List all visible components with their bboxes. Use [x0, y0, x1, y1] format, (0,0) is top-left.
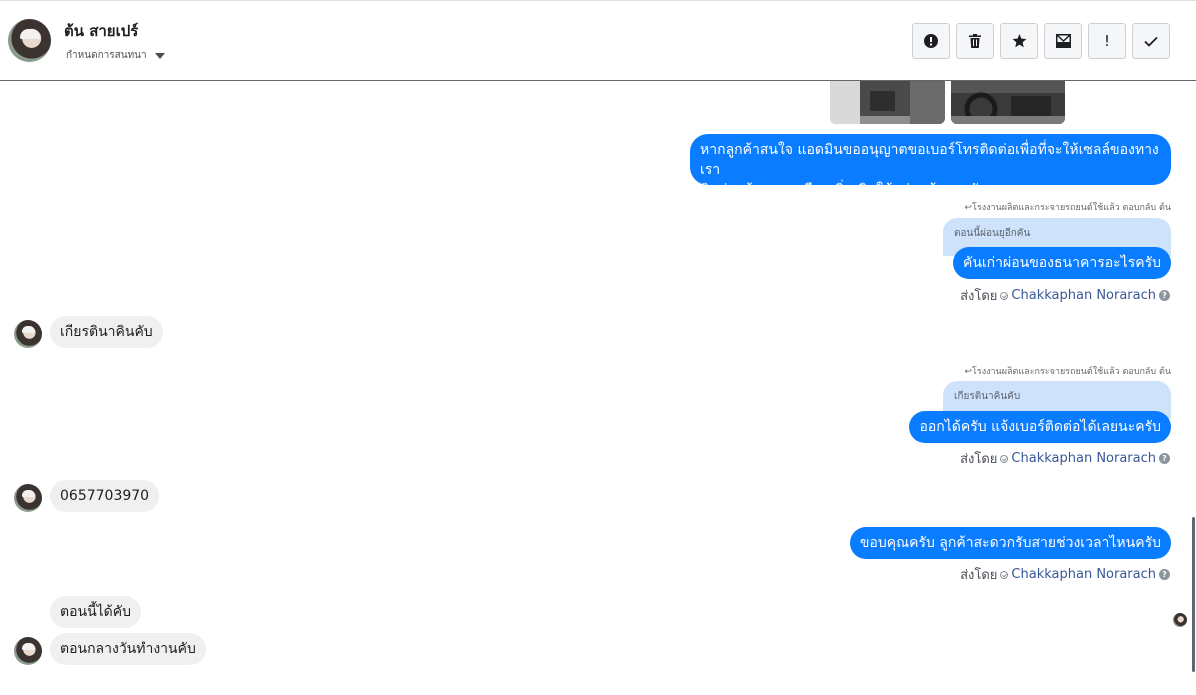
contact-name[interactable]: ต้น สายเปร์ [64, 19, 138, 43]
star-icon [1012, 34, 1026, 48]
message-text: ออกได้ครับ แจ้งเบอร์ติดต่อได้เลยนะครับ [919, 419, 1161, 435]
sent-by-row: ส่งโดย Chakkaphan Norarach ? [960, 448, 1170, 469]
message-text-line: ติดต่อแจ้งรายละเอียดเพิ่มเติมให้แก่ลูกค้… [700, 182, 987, 198]
reply-arrow-icon: ↩ [964, 367, 973, 377]
help-icon[interactable]: ? [1159, 290, 1170, 301]
outgoing-message[interactable]: ขอบคุณครับ ลูกค้าสะดวกรับสายช่วงเวลาไหนค… [849, 527, 1171, 559]
outgoing-message[interactable]: คันเก่าผ่อนของธนาคารอะไรครับ [952, 247, 1171, 279]
chat-scrollbar[interactable] [1192, 517, 1195, 672]
verified-icon [1000, 291, 1009, 300]
reply-context-label: ↩โรงงานผลิตและกระจายรถยนต์ใช้แล้ว ตอบกลั… [964, 203, 1172, 213]
sent-by-label: ส่งโดย [960, 289, 998, 304]
reply-arrow-icon: ↩ [964, 203, 973, 213]
contact-avatar[interactable] [8, 19, 51, 62]
incoming-message[interactable]: ตอนกลางวันทำงานคับ [50, 633, 206, 665]
contact-avatar-small[interactable] [14, 484, 42, 512]
check-icon [1144, 36, 1158, 47]
car-interior-image [830, 81, 945, 124]
agent-name-link[interactable]: Chakkaphan Norarach [1011, 567, 1156, 582]
quoted-text: ตอนนี้ผ่อนยุอีกคัน [954, 228, 1031, 239]
agent-name-link[interactable]: Chakkaphan Norarach [1011, 451, 1156, 466]
mark-unread-button[interactable] [1044, 23, 1082, 59]
important-button[interactable]: ! [1088, 23, 1126, 59]
alert-circle-icon [924, 34, 938, 48]
message-text: คันเก่าผ่อนของธนาคารอะไรครับ [962, 255, 1161, 271]
contact-avatar-small[interactable] [14, 320, 42, 348]
conversation-assign-dropdown[interactable]: กำหนดการสนทนา [66, 48, 165, 63]
outgoing-message[interactable]: ออกได้ครับ แจ้งเบอร์ติดต่อได้เลยนะครับ [909, 411, 1171, 443]
sent-by-row: ส่งโดย Chakkaphan Norarach ? [960, 564, 1170, 585]
conversation-toolbar: ! [912, 23, 1170, 59]
sent-by-label: ส่งโดย [960, 568, 998, 583]
contact-avatar-small[interactable] [14, 637, 42, 665]
message-text: ขอบคุณครับ ลูกค้าสะดวกรับสายช่วงเวลาไหนค… [859, 535, 1161, 551]
sent-by-label: ส่งโดย [960, 452, 998, 467]
incoming-message[interactable]: 0657703970 [50, 480, 160, 512]
message-text: ตอนนี้ได้คับ [60, 604, 132, 620]
message-text: 0657703970 [60, 488, 150, 504]
incoming-message[interactable]: เกียรตินาคินคับ [50, 316, 163, 348]
verified-icon [1000, 570, 1009, 579]
photo-attachment[interactable] [951, 81, 1065, 124]
help-icon[interactable]: ? [1159, 569, 1170, 580]
help-icon[interactable]: ? [1159, 453, 1170, 464]
message-text: ตอนกลางวันทำงานคับ [60, 641, 196, 657]
car-dashboard-image [951, 81, 1065, 124]
mark-done-button[interactable] [1132, 23, 1170, 59]
message-text: เกียรตินาคินคับ [60, 324, 153, 340]
incoming-message[interactable]: ตอนนี้ได้คับ [50, 596, 142, 628]
sent-by-row: ส่งโดย Chakkaphan Norarach ? [960, 285, 1170, 306]
assign-label: กำหนดการสนทนา [66, 50, 147, 61]
quoted-text: เกียรตินาคินคับ [954, 391, 1021, 402]
agent-name-link[interactable]: Chakkaphan Norarach [1011, 288, 1156, 303]
photo-attachment[interactable] [830, 81, 945, 124]
verified-icon [1000, 454, 1009, 463]
reply-context-label: ↩โรงงานผลิตและกระจายรถยนต์ใช้แล้ว ตอบกลั… [964, 367, 1172, 377]
delete-button[interactable] [956, 23, 994, 59]
trash-icon [969, 34, 981, 48]
message-text-line: หากลูกค้าสนใจ แอดมินขออนุญาตขอเบอร์โทรติ… [700, 142, 1159, 178]
conversation-header: ต้น สายเปร์ กำหนดการสนทนา ! [0, 0, 1196, 81]
outgoing-message[interactable]: หากลูกค้าสนใจ แอดมินขออนุญาตขอเบอร์โทรติ… [690, 134, 1171, 198]
seen-avatar-indicator [1173, 613, 1187, 627]
star-button[interactable] [1000, 23, 1038, 59]
envelope-icon [1055, 34, 1071, 48]
caret-down-icon [154, 52, 165, 59]
mark-spam-button[interactable] [912, 23, 950, 59]
